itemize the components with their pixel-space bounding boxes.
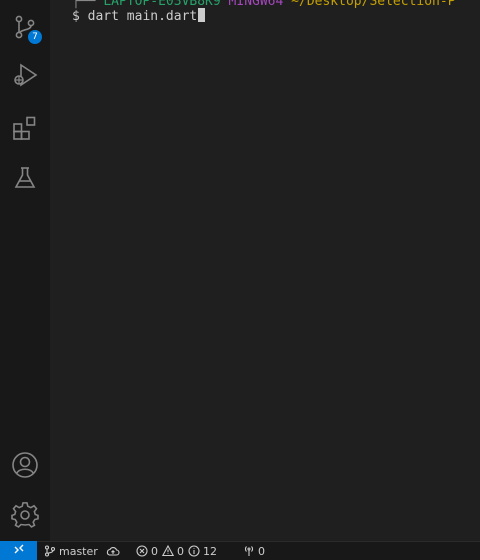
activity-extensions[interactable]	[0, 104, 50, 152]
prompt-env: MINGW64	[228, 0, 284, 9]
activity-run-debug[interactable]	[0, 51, 50, 99]
terminal-cursor	[198, 8, 206, 22]
error-icon	[136, 545, 151, 557]
activity-manage[interactable]	[0, 491, 50, 539]
prompt-path: ~/Desktop/Selection-P	[291, 0, 456, 9]
problems-status[interactable]: 0 0 12	[136, 542, 217, 560]
branch-icon	[44, 545, 59, 557]
warning-icon	[162, 545, 177, 557]
info-count: 12	[203, 544, 217, 558]
activity-testing[interactable]	[0, 154, 50, 202]
error-count: 0	[151, 544, 158, 558]
remote-indicator[interactable]	[0, 541, 37, 560]
ports-antenna-icon	[243, 545, 258, 557]
vscode-window: 7 ┌── LAPTOP-E03VB8K9 MINGW64 ~/Desktop/…	[0, 0, 480, 560]
terminal-panel[interactable]: ┌── LAPTOP-E03VB8K9 MINGW64 ~/Desktop/Se…	[50, 0, 480, 541]
extensions-icon	[12, 115, 38, 141]
branch-status[interactable]: master	[44, 542, 98, 560]
activity-accounts[interactable]	[0, 441, 50, 489]
remote-icon	[13, 543, 25, 558]
activity-bar: 7	[0, 0, 50, 541]
ports-status[interactable]: 0	[243, 542, 265, 560]
run-debug-icon	[12, 62, 38, 88]
cloud-sync-icon	[106, 545, 123, 557]
info-icon	[188, 545, 203, 557]
settings-gear-icon	[11, 501, 39, 529]
ports-count: 0	[258, 544, 265, 558]
status-bar: master 0 0 12 0	[0, 541, 480, 560]
terminal-command-line: $ dart main.dart	[72, 8, 206, 24]
source-control-badge: 7	[28, 30, 42, 44]
sync-status[interactable]	[106, 542, 123, 560]
terminal-command: dart main.dart	[87, 9, 198, 24]
prompt-symbol: $	[72, 9, 80, 24]
branch-name: master	[59, 544, 98, 558]
account-icon	[11, 451, 39, 479]
warning-count: 0	[177, 544, 184, 558]
testing-flask-icon	[12, 165, 38, 191]
activity-source-control[interactable]: 7	[0, 3, 50, 51]
